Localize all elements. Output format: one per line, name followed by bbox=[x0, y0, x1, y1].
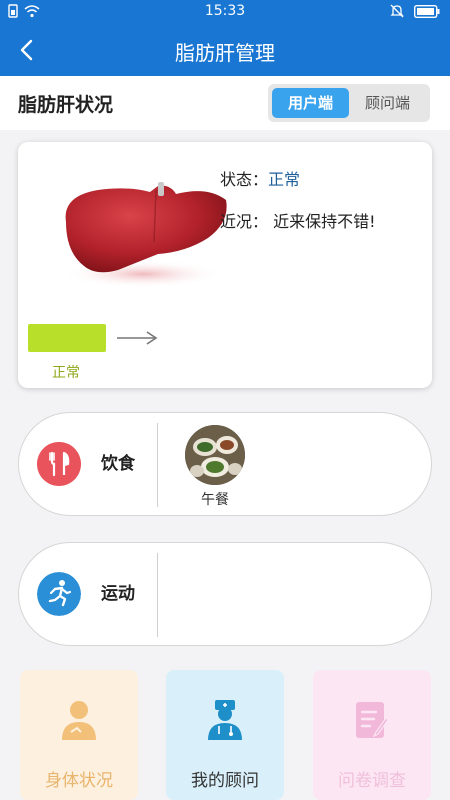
tile-label: 身体状况 bbox=[45, 771, 113, 791]
arrow-right-icon bbox=[117, 331, 158, 345]
divider bbox=[157, 423, 158, 507]
status-value: 正常 bbox=[268, 170, 301, 189]
diet-row[interactable]: 饮食 午餐 bbox=[18, 412, 432, 516]
tile-questionnaire[interactable]: 问卷调查 bbox=[313, 670, 431, 800]
recent-row: 近况： 近来保持不错! bbox=[220, 208, 376, 232]
liver-status-card: 状态：正常 近况： 近来保持不错! 正常 bbox=[18, 142, 432, 388]
page-title: 脂肪肝管理 bbox=[175, 41, 275, 65]
tab-user[interactable]: 用户端 bbox=[272, 88, 349, 118]
exercise-label: 运动 bbox=[101, 584, 135, 604]
questionnaire-icon bbox=[356, 702, 389, 738]
section-header: 脂肪肝状况 用户端 顾问端 bbox=[0, 76, 450, 130]
status-time: 15:33 bbox=[204, 3, 246, 19]
tile-my-consultant[interactable]: 我的顾问 bbox=[166, 670, 284, 800]
diet-label: 饮食 bbox=[101, 454, 135, 474]
battery-icon bbox=[414, 4, 440, 18]
role-segmented-control: 用户端 顾问端 bbox=[268, 84, 430, 122]
liver-illustration bbox=[63, 182, 227, 288]
status-row: 状态：正常 bbox=[220, 166, 300, 190]
section-title: 脂肪肝状况 bbox=[18, 94, 114, 116]
fork-knife-icon bbox=[37, 442, 81, 486]
tile-body-status[interactable]: 身体状况 bbox=[20, 670, 138, 800]
mute-bell-icon bbox=[390, 4, 404, 18]
recent-value: 近来保持不错! bbox=[273, 212, 376, 231]
lunch-label: 午餐 bbox=[201, 492, 229, 508]
nav-bar: 脂肪肝管理 bbox=[0, 24, 450, 76]
tile-label: 问卷调查 bbox=[338, 771, 406, 791]
tab-consultant[interactable]: 顾问端 bbox=[349, 88, 426, 118]
status-label: 状态： bbox=[220, 170, 269, 189]
divider bbox=[157, 553, 158, 637]
recent-label: 近况： bbox=[220, 212, 269, 231]
tile-label: 我的顾问 bbox=[191, 771, 259, 791]
doctor-icon bbox=[208, 700, 242, 740]
person-icon bbox=[62, 701, 96, 740]
lunch-photo[interactable] bbox=[185, 425, 245, 485]
level-label: 正常 bbox=[52, 365, 80, 381]
exercise-row[interactable]: 运动 bbox=[18, 542, 432, 646]
level-indicator-bar bbox=[28, 324, 106, 352]
status-bar: 15:33 bbox=[0, 0, 450, 24]
status-right-icons bbox=[390, 4, 440, 18]
running-icon bbox=[37, 572, 81, 616]
